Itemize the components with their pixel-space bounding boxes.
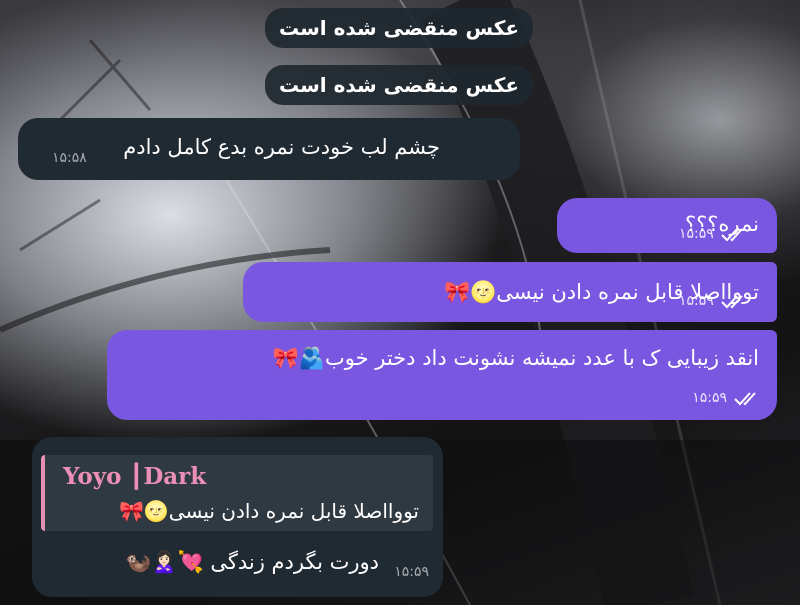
service-message-text: عکس منقضی شده است	[278, 73, 520, 97]
service-message-text: عکس منقضی شده است	[278, 16, 520, 40]
double-check-icon	[734, 392, 756, 406]
message-time: ۱۵:۵۹	[679, 226, 714, 242]
message-meta: ۱۵:۵۹	[679, 226, 750, 242]
service-message-expired-photo: عکس منقضی شده است	[265, 65, 533, 105]
message-text: دورت بگردم زندگی 💘🙎🏻‍♀️🦦	[125, 550, 379, 574]
message-meta: ۱۵:۵۸	[52, 150, 87, 166]
message-time: ۱۵:۵۹	[679, 293, 714, 309]
message-list[interactable]: عکس منقضی شده است عکس منقضی شده است چشم …	[0, 0, 800, 605]
message-text: چشم لب خودت نمره بدع کامل دادم	[123, 135, 440, 159]
message-time: ۱۵:۵۹	[692, 390, 727, 406]
message-bubble-outgoing[interactable]: نمره؟؟؟ ۱۵:۵۹	[557, 198, 777, 253]
double-check-icon	[721, 228, 743, 242]
message-meta: ۱۵:۵۹	[679, 293, 750, 309]
message-time: ۱۵:۵۹	[394, 564, 429, 580]
message-bubble-incoming[interactable]: Yoyo ┃Dark تووااصلا قابل نمره دادن نیسی🌝…	[32, 437, 443, 597]
reply-text: تووااصلا قابل نمره دادن نیسی🌝🎀	[119, 499, 419, 523]
message-text: انقد زیبایی ک با عدد نمیشه نشونت داد دخت…	[272, 346, 759, 370]
message-time: ۱۵:۵۸	[52, 150, 87, 166]
message-meta: ۱۵:۵۹	[692, 390, 763, 406]
message-bubble-outgoing[interactable]: انقد زیبایی ک با عدد نمیشه نشونت داد دخت…	[107, 330, 777, 420]
service-message-expired-photo: عکس منقضی شده است	[265, 8, 533, 48]
double-check-icon	[721, 295, 743, 309]
message-bubble-incoming[interactable]: چشم لب خودت نمره بدع کامل دادم ۱۵:۵۸	[18, 118, 520, 180]
reply-preview[interactable]: Yoyo ┃Dark تووااصلا قابل نمره دادن نیسی🌝…	[41, 455, 433, 531]
message-meta: ۱۵:۵۹	[394, 564, 429, 580]
message-bubble-outgoing[interactable]: تووااصلا قابل نمره دادن نیسی🌝🎀 ۱۵:۵۹	[243, 262, 777, 322]
reply-sender-name: Yoyo ┃Dark	[63, 463, 207, 490]
